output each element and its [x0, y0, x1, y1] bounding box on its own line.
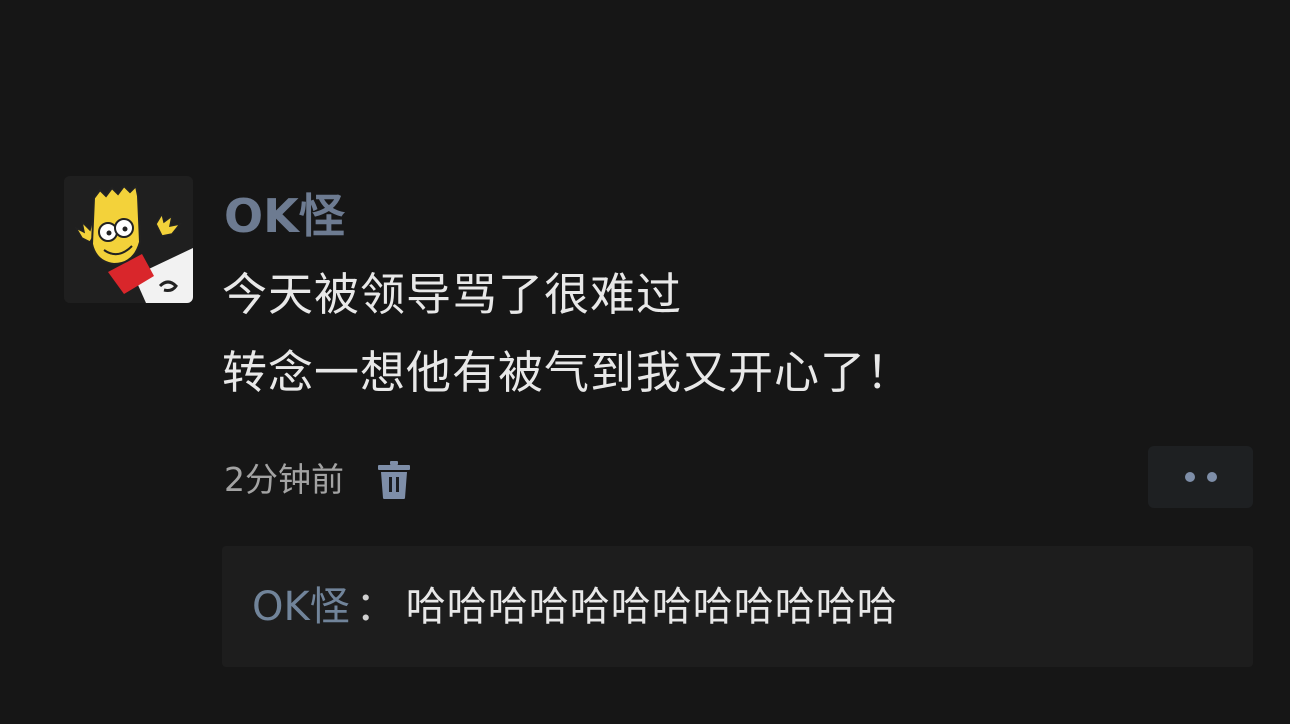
- more-button[interactable]: [1148, 446, 1253, 508]
- author-name[interactable]: OK怪: [224, 186, 345, 246]
- avatar[interactable]: [64, 176, 193, 303]
- comment-separator: ：: [355, 584, 396, 630]
- post-text-line-1: 今天被领导骂了很难过: [222, 268, 683, 321]
- more-dots-icon: [1206, 472, 1217, 482]
- trash-icon: [378, 461, 410, 499]
- more-dots-icon: [1184, 472, 1195, 482]
- moment-post: OK怪 今天被领导骂了很难过 转念一想他有被气到我又开心了！ 2分钟前 OK怪：…: [0, 0, 1290, 724]
- delete-button[interactable]: [374, 456, 414, 504]
- timestamp: 2分钟前: [224, 460, 344, 499]
- cartoon-boy-avatar-icon: [64, 176, 193, 303]
- post-text-line-2: 转念一想他有被气到我又开心了！: [222, 346, 913, 399]
- post-meta: 2分钟前: [224, 456, 414, 504]
- comment-author[interactable]: OK怪: [252, 584, 350, 630]
- comment-item[interactable]: OK怪：哈哈哈哈哈哈哈哈哈哈哈哈: [252, 582, 898, 632]
- comment-text: 哈哈哈哈哈哈哈哈哈哈哈哈: [405, 584, 898, 630]
- comment-box: OK怪：哈哈哈哈哈哈哈哈哈哈哈哈: [222, 546, 1253, 667]
